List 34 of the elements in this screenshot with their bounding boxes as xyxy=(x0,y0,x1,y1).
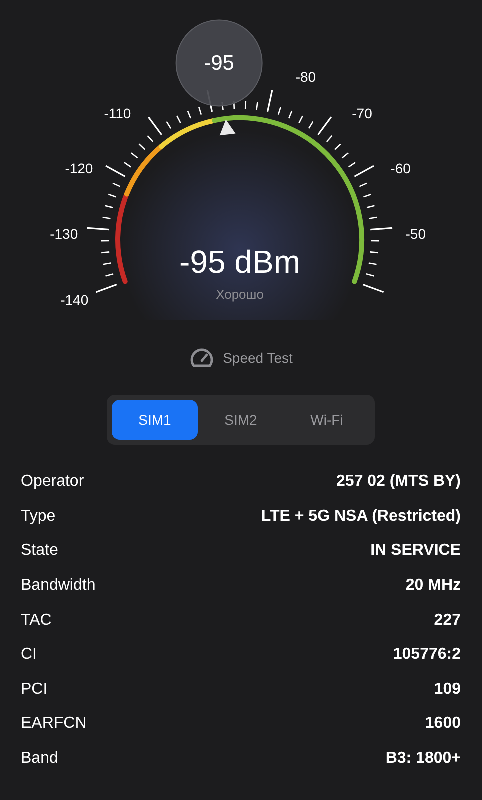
field-label: Band xyxy=(21,749,58,770)
speed-test-link[interactable]: Speed Test xyxy=(223,348,293,368)
tab[interactable]: SIM1 xyxy=(112,400,198,440)
bubble-value: -95 xyxy=(204,52,234,76)
scale-label: -120 xyxy=(65,160,94,176)
field-label: Type xyxy=(21,506,56,527)
field-label: TAC xyxy=(21,610,52,631)
field-label: Bandwidth xyxy=(21,576,96,596)
signal-reading: -95 dBm xyxy=(180,244,300,280)
field-value: 257 02 (MTS BY) xyxy=(336,472,461,492)
scale-label: -130 xyxy=(50,226,78,242)
scale-label: -50 xyxy=(406,226,426,242)
field-label: State xyxy=(21,541,58,562)
scale-label: -140 xyxy=(60,292,89,308)
field-value: 105776:2 xyxy=(393,645,461,666)
field-label: CI xyxy=(21,645,37,666)
field-value: 109 xyxy=(434,680,461,700)
field-value: 227 xyxy=(434,610,461,631)
scale-label: -110 xyxy=(104,105,132,122)
signal-quality: Хорошо xyxy=(216,287,264,302)
tab[interactable]: SIM2 xyxy=(198,400,284,440)
field-value: B3: 1800+ xyxy=(386,749,461,770)
field-label: EARFCN xyxy=(21,714,87,734)
field-value: IN SERVICE xyxy=(370,541,461,562)
tab[interactable]: Wi-Fi xyxy=(284,400,370,440)
scale-label: -80 xyxy=(296,68,316,85)
field-value: 1600 xyxy=(425,714,461,734)
scale-label: -70 xyxy=(352,105,372,122)
field-label: PCI xyxy=(21,680,48,700)
speedometer-icon[interactable] xyxy=(189,347,216,369)
field-label: Operator xyxy=(21,472,84,492)
field-value: 20 MHz xyxy=(406,576,461,596)
scale-label: -60 xyxy=(390,160,411,176)
field-value: LTE + 5G NSA (Restricted) xyxy=(261,506,461,527)
